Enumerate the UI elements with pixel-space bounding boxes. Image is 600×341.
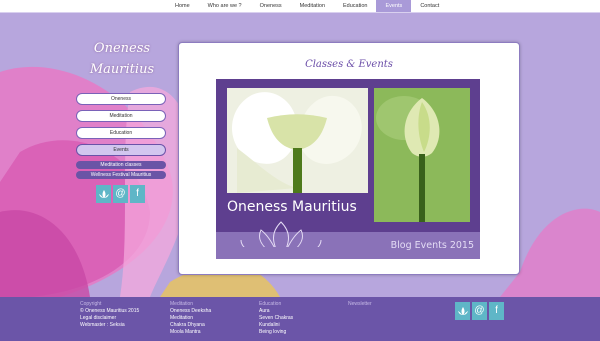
at-icon[interactable]: @ <box>113 185 128 203</box>
at-icon[interactable]: @ <box>472 302 487 320</box>
footer-meditation-column: Meditation Oneness Deeksha Meditation Ch… <box>170 301 211 336</box>
footer-heading-meditation: Meditation <box>170 301 194 307</box>
footer-link-being-loving[interactable]: Being loving <box>259 329 293 336</box>
sidebar-item-events[interactable]: Events <box>76 144 166 156</box>
nav-item-meditation[interactable]: Meditation <box>291 0 334 12</box>
footer-copyright-text: © Oneness Mauritius 2015 <box>80 308 140 314</box>
nav-item-contact[interactable]: Contact <box>411 0 448 12</box>
sidebar-subitem-meditation-classes[interactable]: Meditation classes <box>76 161 166 169</box>
lotus-icon[interactable] <box>455 302 470 320</box>
facebook-icon[interactable]: f <box>489 302 504 320</box>
content-panel: Classes & Events Oneness Mauritius Blog … <box>178 42 520 275</box>
footer-link-chakra-dhyana[interactable]: Chakra Dhyana <box>170 322 211 329</box>
footer-link-meditation[interactable]: Meditation <box>170 315 211 322</box>
footer-newsletter-column: Newsletter <box>348 301 372 308</box>
sidebar-item-education[interactable]: Education <box>76 127 166 139</box>
page-title: Classes & Events <box>305 59 393 70</box>
site-logo[interactable]: Oneness Mauritius <box>76 38 168 80</box>
top-navigation: Home Who are we ? Oneness Meditation Edu… <box>0 0 600 13</box>
banner-subtitle: Blog Events 2015 <box>390 240 474 251</box>
banner-footer-strip: Blog Events 2015 <box>216 221 480 259</box>
logo-line-1: Oneness <box>93 41 151 56</box>
sidebar-social-links: @ f <box>96 185 166 203</box>
facebook-icon[interactable]: f <box>130 185 145 203</box>
footer-copyright-column: Copyright © Oneness Mauritius 2015 Legal… <box>80 301 139 329</box>
footer-webmaster-text: Webmaster : Seksia <box>80 322 125 328</box>
sidebar-item-oneness[interactable]: Oneness <box>76 93 166 105</box>
footer-link-moola-mantra[interactable]: Moola Mantra <box>170 329 211 336</box>
sidebar: Oneness Meditation Education Events Medi… <box>76 93 166 203</box>
footer-link-seven-chakras[interactable]: Seven Chakras <box>259 315 293 322</box>
footer-education-column: Education Aura Seven Chakras Kundalini B… <box>259 301 293 336</box>
nav-item-who-are-we[interactable]: Who are we ? <box>199 0 251 12</box>
footer-link-legal-disclaimer[interactable]: Legal disclaimer <box>80 315 139 322</box>
sidebar-subitem-wellness-festival[interactable]: Wellness Festival Mauritius <box>76 171 166 179</box>
lotus-icon[interactable] <box>96 185 111 203</box>
lotus-flower-photo <box>227 88 368 193</box>
footer-social-links: @ f <box>455 302 504 320</box>
footer-heading-copyright: Copyright <box>80 301 102 307</box>
logo-line-2: Mauritius <box>89 62 155 77</box>
nav-item-events[interactable]: Events <box>376 0 412 12</box>
banner-title: Oneness Mauritius <box>227 199 357 215</box>
nav-item-home[interactable]: Home <box>166 0 199 12</box>
sidebar-item-meditation[interactable]: Meditation <box>76 110 166 122</box>
events-banner: Oneness Mauritius Blog Events 2015 <box>216 79 480 259</box>
nav-item-education[interactable]: Education <box>334 0 376 12</box>
lotus-bud-photo <box>374 88 470 222</box>
nav-item-oneness[interactable]: Oneness <box>251 0 291 12</box>
footer-heading-newsletter[interactable]: Newsletter <box>348 301 372 308</box>
footer: Copyright © Oneness Mauritius 2015 Legal… <box>0 297 600 341</box>
footer-link-kundalini[interactable]: Kundalini <box>259 322 293 329</box>
footer-heading-education: Education <box>259 301 282 307</box>
footer-link-oneness-deeksha[interactable]: Oneness Deeksha <box>170 308 211 315</box>
mandala-icon <box>240 221 322 247</box>
footer-link-aura[interactable]: Aura <box>259 308 293 315</box>
